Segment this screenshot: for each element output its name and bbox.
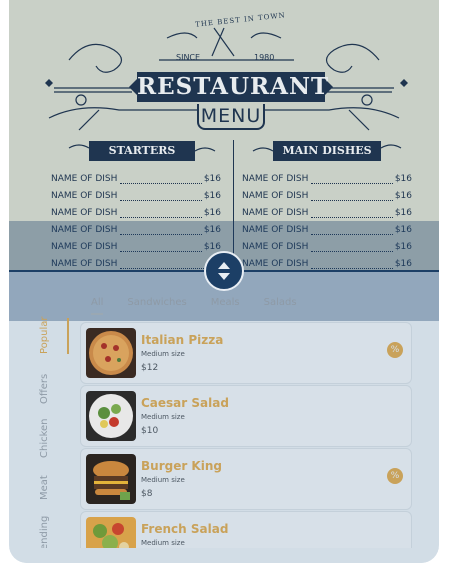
product-size: Medium size [141, 350, 185, 358]
product-card[interactable]: Caesar Salad Medium size $10 [80, 385, 412, 447]
tab-meals[interactable]: Meals [211, 297, 240, 315]
dish-price: $16 [203, 174, 221, 184]
product-name: Burger King [141, 459, 222, 473]
poster-since-label: SINCE [176, 53, 201, 62]
poster-year: 1980 [254, 53, 275, 62]
starters-heading: STARTERS [89, 141, 195, 161]
tab-salads[interactable]: Salads [264, 297, 297, 315]
dish-name: NAME OF DISH [51, 191, 118, 201]
dish-row: NAME OF DISH $16 [242, 189, 412, 206]
dish-name: NAME OF DISH [51, 174, 118, 184]
bottom-edge [9, 548, 439, 563]
up-down-arrows-icon [218, 262, 230, 280]
product-name: French Salad [141, 522, 229, 536]
product-price: $8 [141, 489, 153, 499]
dish-name: NAME OF DISH [242, 191, 309, 201]
tab-sandwiches[interactable]: Sandwiches [127, 297, 186, 315]
main-dishes-heading: MAIN DISHES [273, 141, 381, 161]
side-nav-active-indicator [67, 318, 69, 354]
product-size: Medium size [141, 413, 185, 421]
dish-row: NAME OF DISH $16 [51, 189, 221, 206]
tab-all[interactable]: All [91, 297, 104, 315]
side-nav-popular[interactable]: Popular [39, 317, 50, 355]
dish-name: NAME OF DISH [242, 174, 309, 184]
dish-row: NAME OF DISH $16 [51, 172, 221, 189]
poster-subtitle: MENU [197, 104, 265, 130]
burger-image [86, 454, 136, 504]
side-nav-chicken[interactable]: Chicken [39, 418, 50, 458]
app-frame: THE BEST IN TOWN SINCE 1980 RESTAURANT M… [9, 0, 439, 563]
product-name: Italian Pizza [141, 333, 224, 347]
product-size: Medium size [141, 539, 185, 547]
product-price: $10 [141, 426, 159, 436]
product-card[interactable]: Italian Pizza Medium size $12 % [80, 322, 412, 384]
product-card[interactable]: Burger King Medium size $8 % [80, 448, 412, 510]
product-size: Medium size [141, 476, 185, 484]
drag-handle[interactable] [204, 251, 244, 291]
discount-badge-icon: % [387, 468, 403, 484]
side-nav-meat[interactable]: Meat [39, 475, 50, 500]
poster-title: RESTAURANT [137, 72, 330, 102]
dish-price: $16 [394, 174, 412, 184]
discount-badge-icon: % [387, 342, 403, 358]
side-nav-ending[interactable]: ending [39, 516, 50, 550]
dish-price: $16 [203, 191, 221, 201]
side-nav: Popular Offers Chicken Meat ending [29, 317, 69, 550]
product-list: Italian Pizza Medium size $12 % Caesar S… [80, 322, 412, 563]
pizza-image [86, 328, 136, 378]
dish-row: NAME OF DISH $16 [242, 172, 412, 189]
category-tabs: All Sandwiches Meals Salads [91, 297, 321, 315]
product-price: $12 [141, 363, 159, 373]
side-nav-offers[interactable]: Offers [39, 374, 50, 404]
product-name: Caesar Salad [141, 396, 229, 410]
salad-image [86, 391, 136, 441]
dish-price: $16 [394, 191, 412, 201]
